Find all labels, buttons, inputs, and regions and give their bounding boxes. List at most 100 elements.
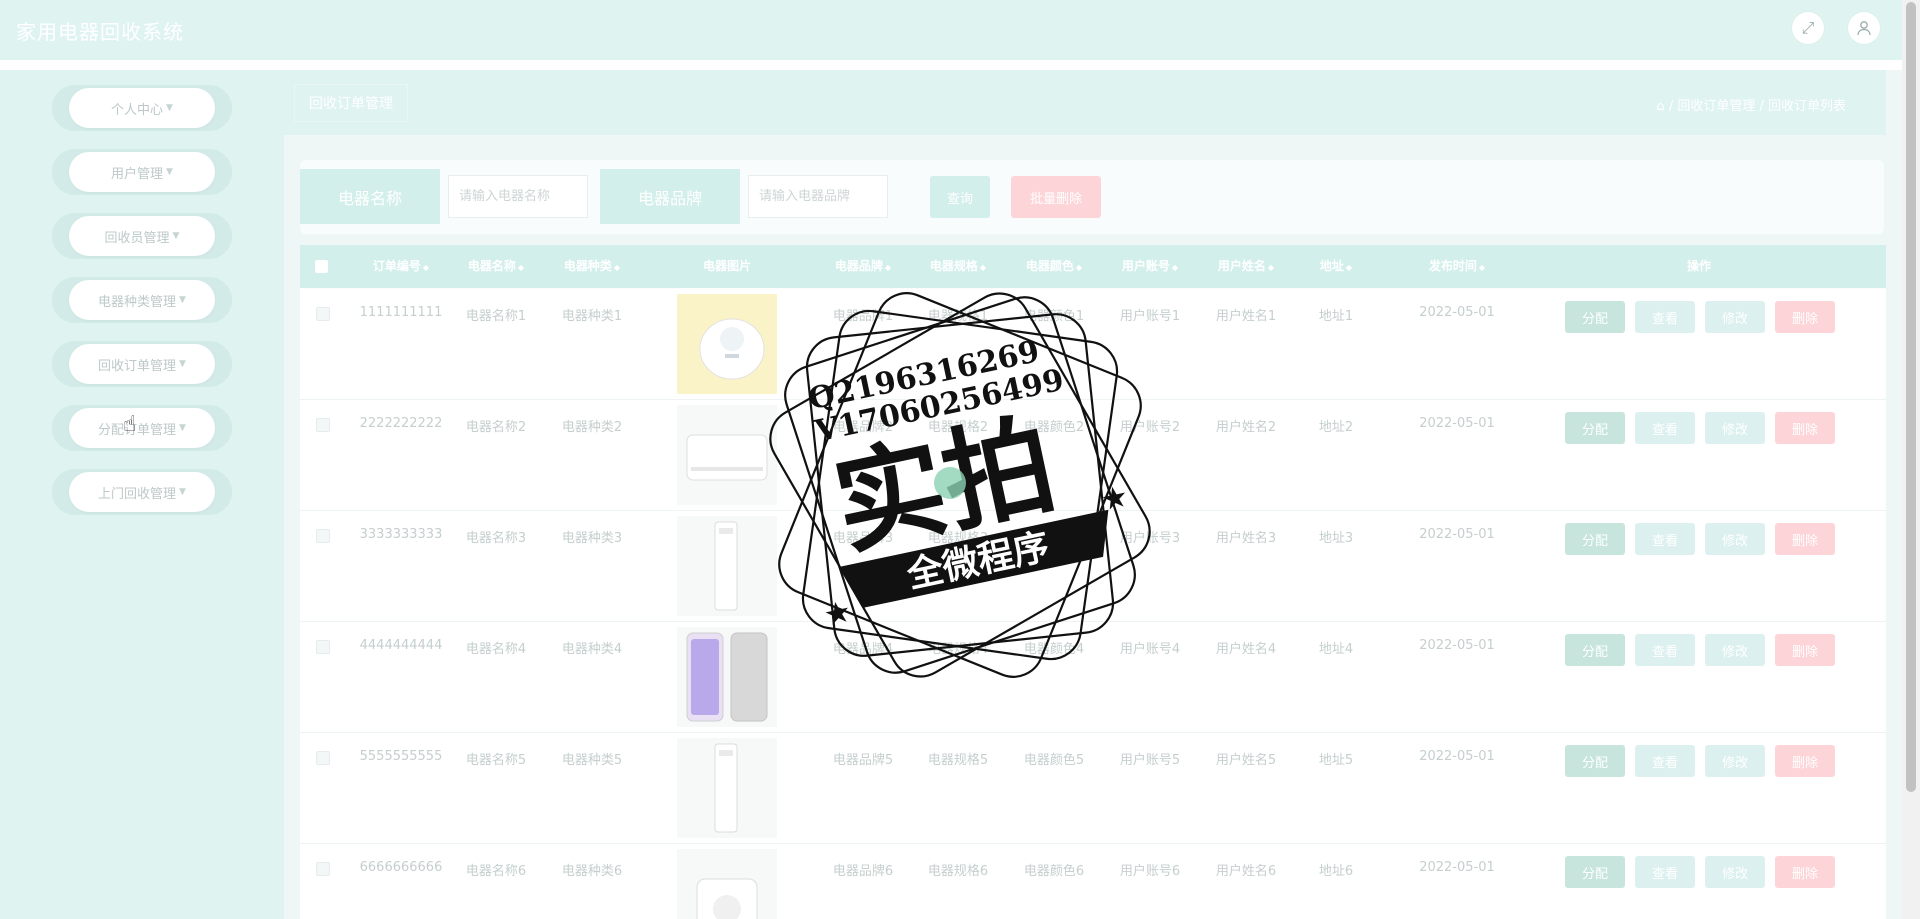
edit-button[interactable]: 修改 bbox=[1705, 745, 1765, 777]
home-icon[interactable]: ⌂ bbox=[1656, 99, 1664, 114]
scrollbar-thumb[interactable] bbox=[1906, 2, 1916, 792]
assign-button[interactable]: 分配 bbox=[1565, 634, 1625, 666]
appliance-color: 电器颜色5 bbox=[1023, 753, 1085, 768]
sidebar-item-appliance-type-management[interactable]: 电器种类管理 ▼ bbox=[52, 277, 232, 323]
edit-button[interactable]: 修改 bbox=[1705, 301, 1765, 333]
sidebar-item-label: 上门回收管理 bbox=[98, 486, 177, 502]
sidebar-item-user-management[interactable]: 用户管理 ▼ bbox=[52, 149, 232, 195]
user-name: 用户姓名4 bbox=[1215, 642, 1277, 657]
delete-button[interactable]: 删除 bbox=[1775, 301, 1835, 333]
sidebar-item-door-recycle-management[interactable]: 上门回收管理 ▼ bbox=[52, 469, 232, 515]
row-checkbox[interactable] bbox=[316, 529, 330, 543]
breadcrumb-path[interactable]: / 回收订单管理 / 回收订单列表 bbox=[1669, 99, 1846, 114]
query-button[interactable]: 查询 bbox=[930, 176, 990, 218]
order-number: 2222222222 bbox=[359, 416, 443, 431]
column-header[interactable]: 发布时间 ◆ bbox=[1429, 245, 1485, 288]
publish-time: 2022-05-01 bbox=[1419, 749, 1495, 764]
user-icon[interactable] bbox=[1848, 12, 1880, 44]
address: 地址6 bbox=[1318, 864, 1354, 879]
select-all-checkbox[interactable] bbox=[315, 260, 328, 273]
assign-button[interactable]: 分配 bbox=[1565, 856, 1625, 888]
assign-button[interactable]: 分配 bbox=[1565, 745, 1625, 777]
sidebar-item-label: 回收订单管理 bbox=[98, 358, 177, 374]
edit-button[interactable]: 修改 bbox=[1705, 634, 1765, 666]
edit-button[interactable]: 修改 bbox=[1705, 412, 1765, 444]
breadcrumb: ⌂ / 回收订单管理 / 回收订单列表 bbox=[1656, 95, 1846, 114]
appliance-kind: 电器种类2 bbox=[561, 420, 623, 435]
sidebar-item-personal-center[interactable]: 个人中心 ▼ bbox=[52, 85, 232, 131]
row-checkbox[interactable] bbox=[316, 751, 330, 765]
chevron-down-icon: ▼ bbox=[172, 231, 180, 241]
view-button[interactable]: 查看 bbox=[1635, 301, 1695, 333]
edit-button[interactable]: 修改 bbox=[1705, 856, 1765, 888]
appliance-kind: 电器种类5 bbox=[561, 753, 623, 768]
column-header[interactable]: 电器种类 ◆ bbox=[564, 245, 620, 288]
row-checkbox[interactable] bbox=[316, 640, 330, 654]
sidebar-item-recycle-order-management[interactable]: 回收订单管理 ▼ bbox=[52, 341, 232, 387]
column-header[interactable]: 订单编号 ◆ bbox=[373, 245, 429, 288]
appliance-brand: 电器品牌6 bbox=[832, 864, 894, 879]
batch-delete-button[interactable]: 批量删除 bbox=[1011, 176, 1101, 218]
user-account: 用户账号5 bbox=[1119, 753, 1181, 768]
fullscreen-icon[interactable]: ⤢ bbox=[1792, 12, 1824, 44]
view-button[interactable]: 查看 bbox=[1635, 523, 1695, 555]
view-button[interactable]: 查看 bbox=[1635, 634, 1695, 666]
brand-search-label: 电器品牌 bbox=[600, 169, 740, 224]
appliance-kind: 电器种类1 bbox=[561, 309, 623, 324]
appliance-color: 电器颜色6 bbox=[1023, 864, 1085, 879]
user-name: 用户姓名2 bbox=[1215, 420, 1277, 435]
sort-icon: ◆ bbox=[613, 263, 621, 272]
view-button[interactable]: 查看 bbox=[1635, 412, 1695, 444]
appliance-name: 电器名称5 bbox=[465, 753, 527, 768]
watermark-stamp: Q2196316269 V17060256499 实拍 全微程序 ★ ★ bbox=[769, 292, 1151, 678]
column-header[interactable]: 用户姓名 ◆ bbox=[1218, 245, 1274, 288]
delete-button[interactable]: 删除 bbox=[1775, 745, 1835, 777]
brand-search-input[interactable] bbox=[748, 175, 888, 218]
app-title: 家用电器回收系统 bbox=[16, 20, 184, 44]
delete-button[interactable]: 删除 bbox=[1775, 412, 1835, 444]
row-checkbox[interactable] bbox=[316, 307, 330, 321]
order-number: 4444444444 bbox=[359, 638, 443, 653]
sort-icon: ◆ bbox=[517, 263, 525, 272]
appliance-name: 电器名称6 bbox=[465, 864, 527, 879]
publish-time: 2022-05-01 bbox=[1419, 860, 1495, 875]
appliance-kind: 电器种类4 bbox=[561, 642, 623, 657]
hand-cursor-icon: ☝ bbox=[123, 412, 137, 437]
chevron-down-icon: ▼ bbox=[179, 295, 186, 305]
chevron-down-icon: ▼ bbox=[179, 423, 186, 433]
chevron-down-icon: ▼ bbox=[166, 103, 173, 113]
sidebar-item-assign-order-management[interactable]: 分配订单管理 ▼ bbox=[52, 405, 232, 451]
user-name: 用户姓名6 bbox=[1215, 864, 1277, 879]
publish-time: 2022-05-01 bbox=[1419, 416, 1495, 431]
sort-icon: ◆ bbox=[1267, 263, 1275, 272]
column-header[interactable]: 电器名称 ◆ bbox=[468, 245, 524, 288]
search-panel: 电器名称 电器品牌 查询 批量删除 bbox=[300, 160, 1884, 234]
publish-time: 2022-05-01 bbox=[1419, 527, 1495, 542]
page-header: 回收订单管理 ⌂ / 回收订单管理 / 回收订单列表 bbox=[284, 70, 1886, 135]
page-scrollbar[interactable] bbox=[1902, 0, 1920, 919]
address: 地址4 bbox=[1318, 642, 1354, 657]
delete-button[interactable]: 删除 bbox=[1775, 856, 1835, 888]
name-search-input[interactable] bbox=[448, 175, 588, 218]
appliance-name: 电器名称4 bbox=[465, 642, 527, 657]
delete-button[interactable]: 删除 bbox=[1775, 634, 1835, 666]
sidebar-item-recycler-management[interactable]: 回收员管理 ▼ bbox=[52, 213, 232, 259]
appliance-name: 电器名称2 bbox=[465, 420, 527, 435]
assign-button[interactable]: 分配 bbox=[1565, 301, 1625, 333]
appliance-name: 电器名称1 bbox=[465, 309, 527, 324]
assign-button[interactable]: 分配 bbox=[1565, 523, 1625, 555]
column-header[interactable]: 地址 ◆ bbox=[1320, 245, 1352, 288]
chevron-down-icon: ▼ bbox=[166, 167, 173, 177]
delete-button[interactable]: 删除 bbox=[1775, 523, 1835, 555]
sidebar: 个人中心 ▼ 用户管理 ▼ 回收员管理 ▼ 电器种类管理 ▼ 回收订单管理 ▼ 分配订单管… bbox=[0, 70, 284, 919]
row-checkbox[interactable] bbox=[316, 418, 330, 432]
view-button[interactable]: 查看 bbox=[1635, 745, 1695, 777]
table-row: 6666666666 电器名称6 电器种类6 电器品牌6 电器规格6 电器颜色6… bbox=[300, 844, 1886, 919]
sidebar-item-label: 个人中心 bbox=[111, 102, 164, 118]
address: 地址3 bbox=[1318, 531, 1354, 546]
edit-button[interactable]: 修改 bbox=[1705, 523, 1765, 555]
assign-button[interactable]: 分配 bbox=[1565, 412, 1625, 444]
publish-time: 2022-05-01 bbox=[1419, 305, 1495, 320]
row-checkbox[interactable] bbox=[316, 862, 330, 876]
view-button[interactable]: 查看 bbox=[1635, 856, 1695, 888]
